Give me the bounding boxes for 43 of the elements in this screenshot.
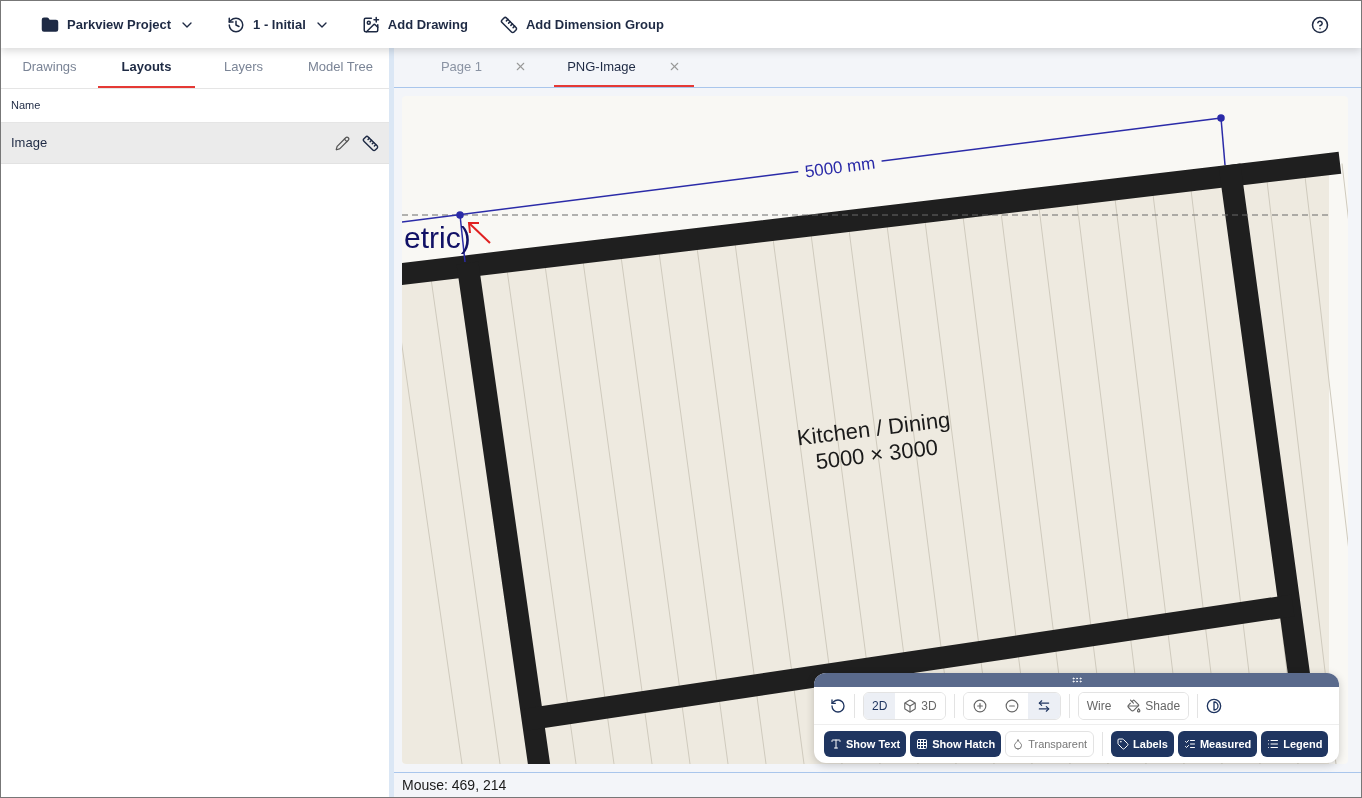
history-icon bbox=[227, 15, 246, 34]
zoom-in-icon bbox=[972, 698, 987, 713]
toolbar-button[interactable]: Add Drawing bbox=[361, 14, 468, 35]
zoom-out-icon bbox=[1004, 698, 1019, 713]
version-dropdown[interactable]: 1 - Initial bbox=[227, 14, 330, 35]
folder-icon bbox=[41, 15, 59, 34]
ruler-icon[interactable] bbox=[362, 134, 379, 152]
tag-icon bbox=[1117, 738, 1130, 750]
grip-icon bbox=[1070, 674, 1083, 686]
status-bar: Mouse: 469, 214 bbox=[394, 772, 1361, 797]
project-dropdown[interactable]: Parkview Project bbox=[41, 14, 196, 35]
toggle-button[interactable]: Show Text bbox=[824, 731, 907, 757]
sidebar-tab[interactable]: Layers bbox=[195, 48, 292, 88]
help-icon[interactable] bbox=[1311, 15, 1329, 34]
document-tab[interactable]: PNG-Image bbox=[554, 48, 694, 87]
toggle-button[interactable]: Show Hatch bbox=[910, 731, 1002, 757]
toggle-button[interactable]: Legend bbox=[1261, 731, 1329, 757]
text-icon bbox=[830, 738, 842, 750]
edit-icon[interactable] bbox=[335, 135, 350, 151]
toggle-button[interactable]: Labels bbox=[1111, 731, 1174, 757]
pointer-arrow bbox=[467, 222, 491, 244]
checklist-icon bbox=[1183, 738, 1196, 750]
swap-arrows-icon bbox=[1036, 698, 1051, 713]
sidebar-tab[interactable]: Layouts bbox=[98, 48, 195, 88]
cube-icon bbox=[903, 698, 918, 713]
droplet-icon bbox=[1012, 738, 1025, 750]
layout-item[interactable]: Image bbox=[1, 123, 389, 164]
contrast-icon[interactable] bbox=[1206, 697, 1223, 714]
dimension-label: 5000 mm bbox=[803, 153, 877, 182]
toggle-button[interactable]: Transparent bbox=[1005, 731, 1095, 757]
image-plus-icon bbox=[361, 15, 380, 34]
grid-icon bbox=[916, 738, 929, 750]
toolbar-button[interactable]: Add Dimension Group bbox=[499, 14, 664, 35]
item-label: Image bbox=[11, 134, 49, 153]
ruler-icon bbox=[499, 15, 518, 34]
paint-bucket-icon bbox=[1127, 698, 1142, 713]
reset-icon[interactable] bbox=[830, 697, 846, 714]
toggle-button[interactable]: Measured bbox=[1177, 731, 1258, 757]
sidebar-tab[interactable]: Model Tree bbox=[292, 48, 389, 88]
sidebar-tab[interactable]: Drawings bbox=[1, 48, 98, 88]
list-icon bbox=[1267, 738, 1280, 750]
zoom-button[interactable] bbox=[1027, 692, 1060, 719]
view-mode-button[interactable]: 2D bbox=[864, 692, 896, 719]
